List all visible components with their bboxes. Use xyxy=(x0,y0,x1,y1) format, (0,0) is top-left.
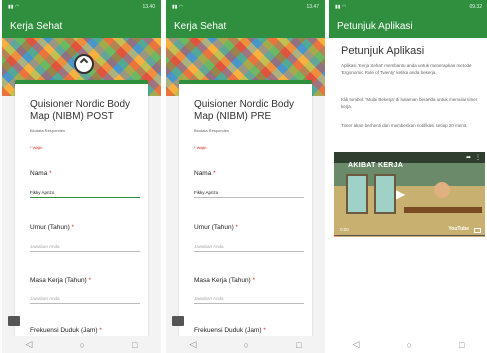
required-note: * Wajib xyxy=(194,145,207,150)
status-bar: ▮▮ ◠ 09.32 xyxy=(329,0,487,14)
app-bar: Kerja Sehat xyxy=(166,14,325,38)
navigation-bar: ◁ ○ □ xyxy=(329,336,487,353)
video-desk-graphic xyxy=(404,207,482,213)
video-time: 0:00 xyxy=(340,227,349,232)
app-bar: Kerja Sehat xyxy=(2,14,161,38)
back-icon[interactable]: ◁ xyxy=(353,339,360,350)
help-paragraph: Klik tombol: 'Mulai Bekerja' di halaman … xyxy=(341,97,478,109)
video-progress-track[interactable] xyxy=(334,235,485,236)
video-window-graphic xyxy=(346,174,368,214)
home-icon[interactable]: ○ xyxy=(80,340,85,350)
share-icon[interactable]: ➦ xyxy=(466,154,471,161)
home-icon[interactable]: ○ xyxy=(407,340,412,350)
field-label-umur: Umur (Tahun) * xyxy=(194,224,239,231)
phone-screen-pre: ▮▮ ◠ 13.47 Kerja Sehat Quisioner Nordic … xyxy=(166,0,325,353)
required-note: * Wajib xyxy=(30,145,43,150)
field-label-masa-kerja: Masa Kerja (Tahun) * xyxy=(30,277,92,284)
status-bar: ▮▮ ◠ 13.40 xyxy=(2,0,161,14)
form-section-label: Biodata Responden xyxy=(194,128,230,133)
signal-icon: ▮▮ ◠ xyxy=(8,4,20,10)
youtube-logo[interactable]: YouTube xyxy=(448,226,469,232)
back-icon[interactable]: ◁ xyxy=(190,339,197,350)
recent-apps-icon[interactable]: □ xyxy=(132,340,137,350)
umur-input[interactable]: Jawaban Anda xyxy=(194,242,304,252)
field-label-masa-kerja: Masa Kerja (Tahun) * xyxy=(194,277,256,284)
feedback-icon[interactable] xyxy=(8,316,20,326)
status-time: 13.47 xyxy=(306,4,319,10)
help-paragraph: Timer akan berhenti dan memberikan notif… xyxy=(341,123,468,128)
help-title: Petunjuk Aplikasi xyxy=(341,45,425,57)
video-caption: AKIBAT KERJA xyxy=(348,162,404,169)
feedback-icon[interactable] xyxy=(172,316,184,326)
video-player[interactable]: AKIBAT KERJA ▶ ⋮ ➦ 0:00 YouTube xyxy=(334,152,485,237)
signal-icon: ▮▮ ◠ xyxy=(172,4,184,10)
status-time: 13.40 xyxy=(142,4,155,10)
form-title: Quisioner Nordic Body Map (NIBM) POST xyxy=(30,99,131,122)
form-title: Quisioner Nordic Body Map (NIBM) PRE xyxy=(194,99,295,122)
form-card: Quisioner Nordic Body Map (NIBM) POST Bi… xyxy=(15,80,148,340)
video-person-graphic xyxy=(434,182,450,198)
more-options-icon[interactable]: ⋮ xyxy=(475,154,481,161)
signal-icon: ▮▮ ◠ xyxy=(335,4,347,10)
umur-input[interactable]: Jawaban Anda xyxy=(30,242,140,252)
fullscreen-icon[interactable] xyxy=(474,228,481,233)
masa-kerja-input[interactable]: Jawaban Anda xyxy=(194,294,304,304)
field-label-nama: Nama * xyxy=(30,170,52,177)
masa-kerja-input[interactable]: Jawaban Anda xyxy=(30,294,140,304)
nama-input[interactable]: Fikky Aprizo xyxy=(30,188,140,198)
app-title: Petunjuk Aplikasi xyxy=(337,20,413,32)
back-icon[interactable]: ◁ xyxy=(26,339,33,350)
recent-apps-icon[interactable]: □ xyxy=(296,340,301,350)
status-time: 09.32 xyxy=(469,4,482,10)
play-icon[interactable]: ▶ xyxy=(396,187,405,201)
navigation-bar: ◁ ○ □ xyxy=(2,336,161,353)
field-label-frekuensi-duduk: Frekuensi Duduk (Jam) * xyxy=(194,327,266,334)
app-title: Kerja Sehat xyxy=(10,20,63,32)
field-label-frekuensi-duduk: Frekuensi Duduk (Jam) * xyxy=(30,327,102,334)
app-title: Kerja Sehat xyxy=(174,20,227,32)
home-icon[interactable]: ○ xyxy=(244,340,249,350)
status-bar: ▮▮ ◠ 13.47 xyxy=(166,0,325,14)
form-section-label: Biodata Responden xyxy=(30,128,66,133)
nama-input[interactable]: Fikky Aprizo xyxy=(194,188,304,198)
recent-apps-icon[interactable]: □ xyxy=(459,340,464,350)
field-label-umur: Umur (Tahun) * xyxy=(30,224,75,231)
phone-screen-help: ▮▮ ◠ 09.32 Petunjuk Aplikasi Petunjuk Ap… xyxy=(329,0,487,353)
field-label-nama: Nama * xyxy=(194,170,216,177)
phone-screen-post: ▮▮ ◠ 13.40 Kerja Sehat Quisioner Nordic … xyxy=(2,0,161,353)
video-window-graphic xyxy=(374,174,396,214)
app-bar: Petunjuk Aplikasi xyxy=(329,14,487,38)
navigation-bar: ◁ ○ □ xyxy=(166,336,325,353)
form-card: Quisioner Nordic Body Map (NIBM) PRE Bio… xyxy=(179,80,312,340)
help-paragraph: Aplikasi 'Kerja Sehat' membantu anda unt… xyxy=(341,63,472,75)
video-progress-fill xyxy=(334,235,338,236)
